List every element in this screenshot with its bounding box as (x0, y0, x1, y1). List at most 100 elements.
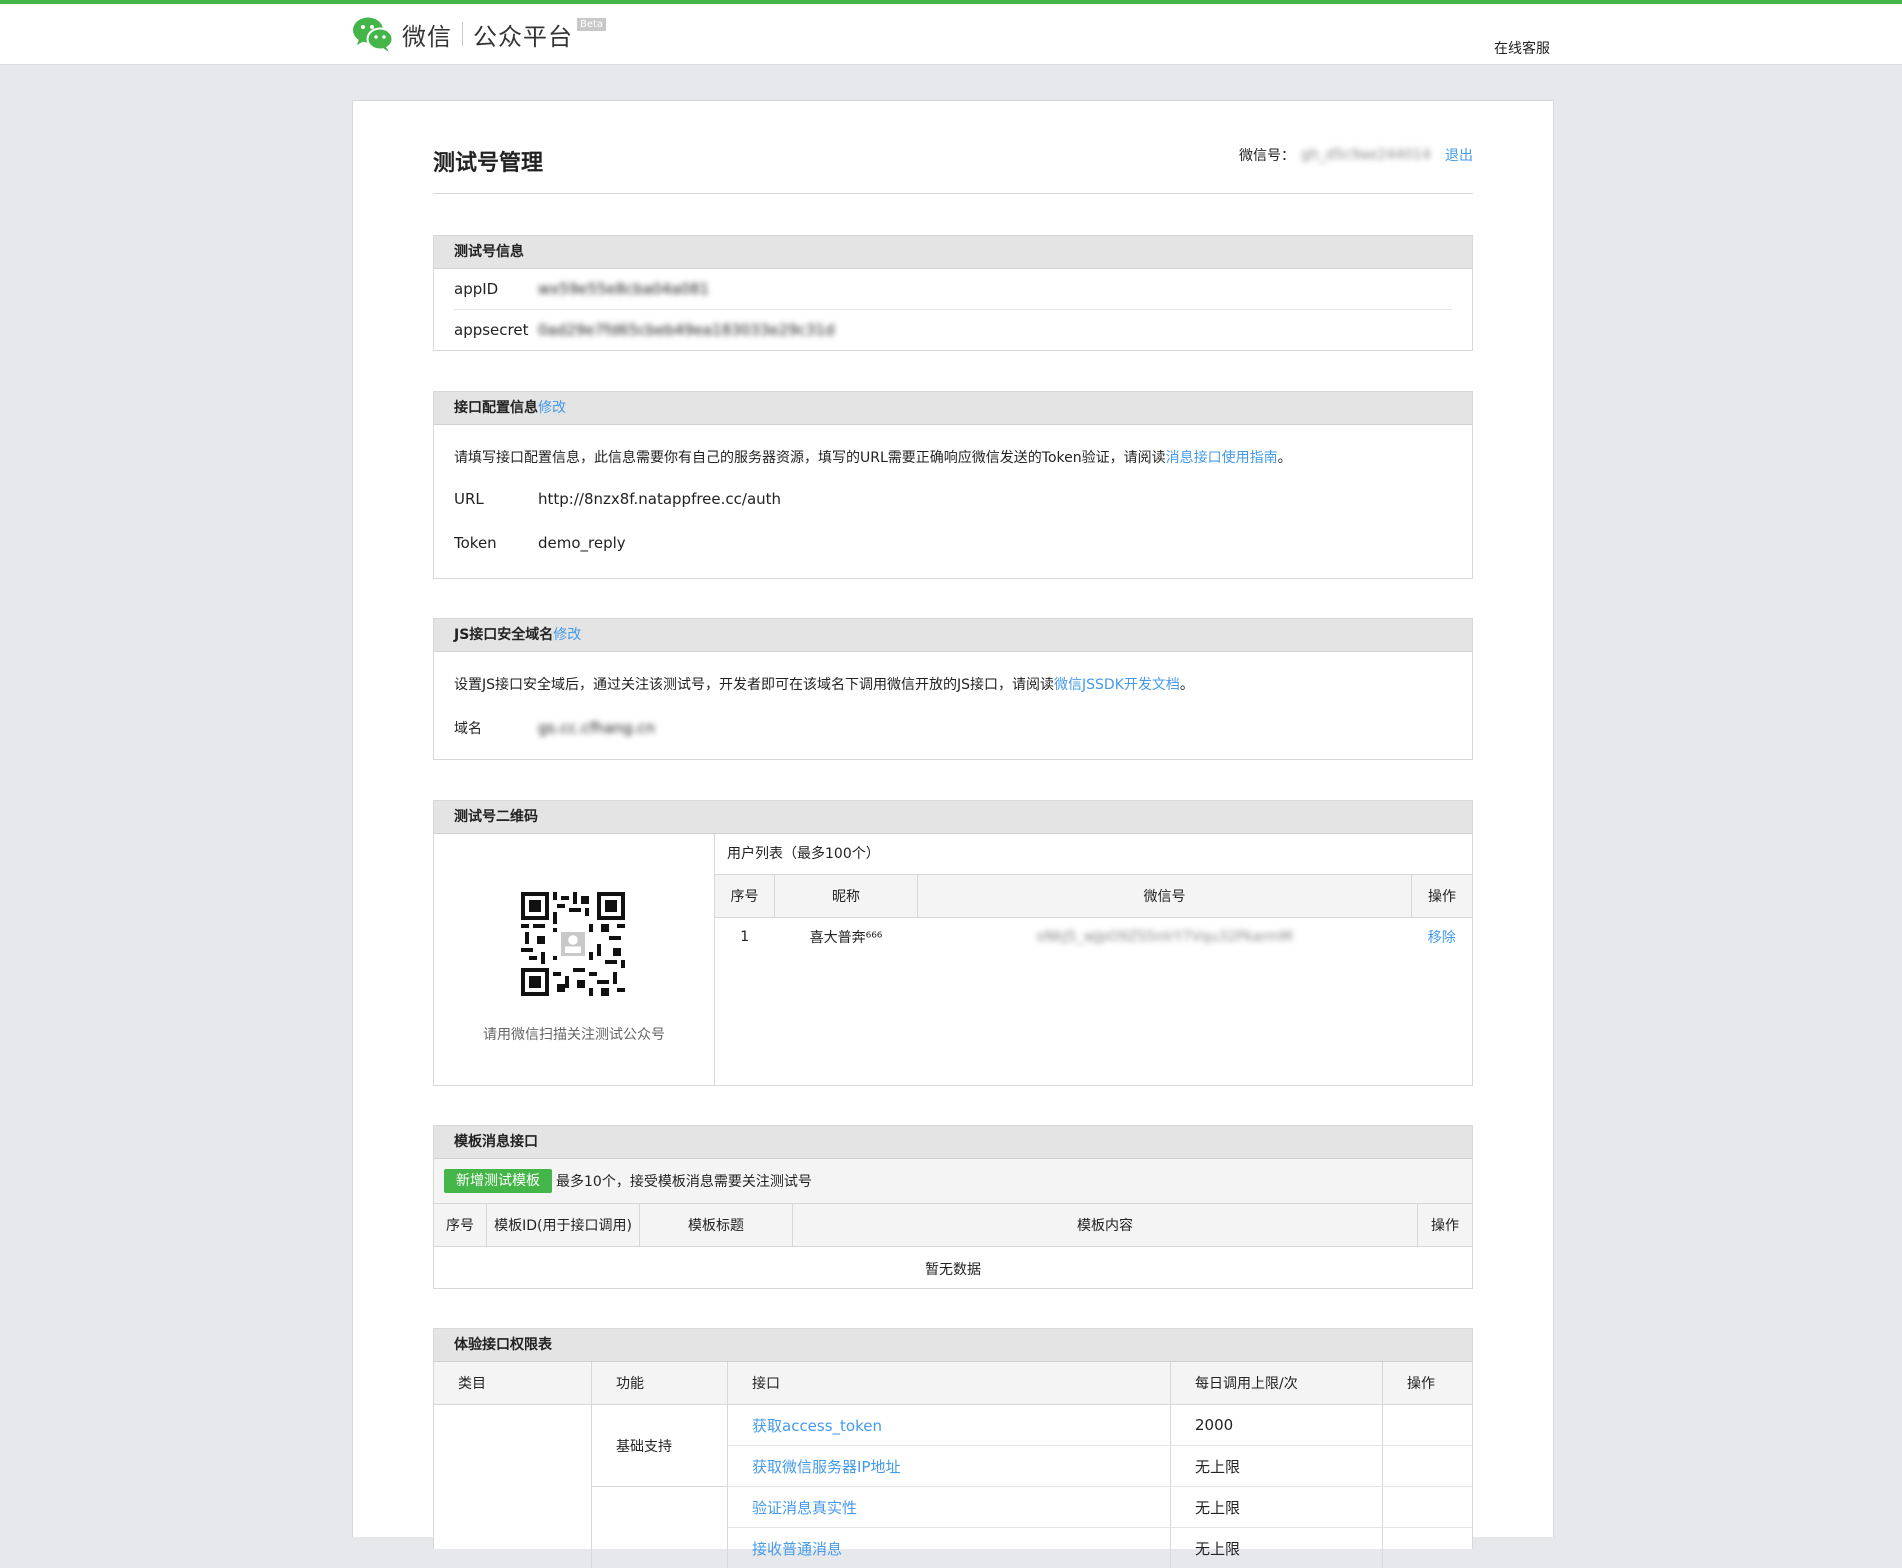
appsecret-row: appsecret 0ad29e7fd65cbeb49ea183033e29c3… (434, 310, 1472, 350)
appid-row: appID wx59e55e8cba04a081 (434, 269, 1472, 309)
user-table: 序号 昵称 微信号 操作 1 喜大普奔⁶⁶⁶ oNkJ5_wJpO9ZS5nlr… (715, 874, 1472, 956)
col-header: 模板内容 (793, 1204, 1418, 1247)
limit-cell: 2000 (1171, 1405, 1383, 1446)
col-header: 序号 (715, 875, 775, 918)
msg-guide-link[interactable]: 消息接口使用指南 (1166, 450, 1278, 466)
api-config-panel: 接口配置信息修改 请填写接口配置信息，此信息需要你有自己的服务器资源，填写的UR… (433, 391, 1473, 579)
user-wxid: oNkJ5_wJpO9ZS5nlrY7Vqu32PkarmM (918, 918, 1412, 957)
user-list: 用户列表（最多100个） 序号 昵称 微信号 操作 1 喜大普奔⁶⁶⁶ oNkJ… (715, 834, 1472, 956)
col-header: 功能 (592, 1362, 728, 1405)
template-note: 最多10个，接受模板消息需要关注测试号 (556, 1171, 812, 1191)
desc-text: 设置JS接口安全域后，通过关注该测试号，开发者即可在该域名下调用微信开放的JS接… (454, 677, 1054, 693)
remove-user-link[interactable]: 移除 (1412, 918, 1473, 957)
top-header: 微信 公众平台 Beta 在线客服 (0, 4, 1902, 65)
action-cell (1383, 1528, 1473, 1568)
panel-header: 测试号二维码 (434, 801, 1472, 834)
token-value: demo_reply (538, 534, 626, 552)
token-label: Token (454, 534, 538, 552)
permission-panel: 体验接口权限表 类目 功能 接口 每日调用上限/次 操作 基础支持 获取acce… (433, 1328, 1473, 1549)
action-cell (1383, 1446, 1473, 1487)
domain-row: 域名 gs.cc.cfhang.cn (434, 706, 1472, 750)
js-domain-panel: JS接口安全域名修改 设置JS接口安全域后，通过关注该测试号，开发者即可在该域名… (433, 618, 1473, 760)
account-label: 微信号： (1239, 145, 1295, 165)
col-header: 接口 (728, 1362, 1171, 1405)
col-header: 序号 (434, 1204, 487, 1247)
panel-header: 测试号信息 (434, 236, 1472, 269)
col-header: 微信号 (918, 875, 1412, 918)
panel-header: 模板消息接口 (434, 1126, 1472, 1159)
col-header: 操作 (1418, 1204, 1473, 1247)
url-value: http://8nzx8f.natappfree.cc/auth (538, 490, 781, 508)
panel-header: JS接口安全域名修改 (434, 619, 1472, 652)
col-header: 昵称 (775, 875, 918, 918)
wechat-logo-icon (352, 15, 394, 53)
col-header: 操作 (1383, 1362, 1473, 1405)
qr-area: 请用微信扫描关注测试公众号 (434, 834, 715, 1085)
empty-row: 暂无数据 (434, 1247, 1472, 1292)
template-table: 序号 模板ID(用于接口调用) 模板标题 模板内容 操作 暂无数据 (434, 1204, 1472, 1291)
desc-end: 。 (1180, 677, 1194, 693)
add-test-template-button[interactable]: 新增测试模板 (444, 1169, 552, 1193)
action-cell (1383, 1487, 1473, 1528)
table-row: 1 喜大普奔⁶⁶⁶ oNkJ5_wJpO9ZS5nlrY7Vqu32PkarmM… (715, 918, 1472, 957)
template-toolbar: 新增测试模板 最多10个，接受模板消息需要关注测试号 (434, 1159, 1472, 1204)
appsecret-label: appsecret (454, 321, 538, 339)
account-value: gh_d5c9ae244014 (1301, 147, 1419, 163)
api-link[interactable]: 获取微信服务器IP地址 (728, 1446, 1171, 1487)
platform-text: 公众平台 (473, 17, 573, 52)
account-info: 微信号： gh_d5c9ae244014 退出 (1239, 145, 1473, 165)
api-link[interactable]: 获取access_token (728, 1405, 1171, 1446)
col-header: 模板标题 (640, 1204, 793, 1247)
function-cell: 基础支持 (592, 1405, 728, 1487)
limit-cell: 无上限 (1171, 1528, 1383, 1568)
empty-text: 暂无数据 (434, 1247, 1472, 1292)
user-list-title: 用户列表（最多100个） (715, 834, 1472, 874)
url-label: URL (454, 490, 538, 508)
appid-value: wx59e55e8cba04a081 (538, 280, 709, 298)
function-cell (592, 1487, 728, 1568)
qr-caption: 请用微信扫描关注测试公众号 (434, 1024, 714, 1044)
brand-separator (462, 22, 463, 46)
edit-link[interactable]: 修改 (553, 627, 581, 643)
test-info-panel: 测试号信息 appID wx59e55e8cba04a081 appsecret… (433, 235, 1473, 351)
permission-table: 类目 功能 接口 每日调用上限/次 操作 基础支持 获取access_token… (434, 1362, 1472, 1568)
js-domain-desc: 设置JS接口安全域后，通过关注该测试号，开发者即可在该域名下调用微信开放的JS接… (434, 674, 1472, 694)
action-cell (1383, 1405, 1473, 1446)
logo[interactable]: 微信 公众平台 Beta (352, 14, 606, 54)
col-header: 每日调用上限/次 (1171, 1362, 1383, 1405)
page-title: 测试号管理 (433, 145, 543, 177)
beta-badge: Beta (577, 18, 606, 31)
api-config-desc: 请填写接口配置信息，此信息需要你有自己的服务器资源，填写的URL需要正确响应微信… (434, 447, 1472, 467)
jssdk-doc-link[interactable]: 微信JSSDK开发文档 (1054, 677, 1180, 693)
table-header-row: 类目 功能 接口 每日调用上限/次 操作 (434, 1362, 1472, 1405)
col-header: 类目 (434, 1362, 592, 1405)
brand-text: 微信 (402, 17, 452, 52)
template-panel: 模板消息接口 新增测试模板 最多10个，接受模板消息需要关注测试号 序号 模板I… (433, 1125, 1473, 1289)
user-nickname: 喜大普奔⁶⁶⁶ (775, 918, 918, 957)
table-header-row: 序号 模板ID(用于接口调用) 模板标题 模板内容 操作 (434, 1204, 1472, 1247)
col-header: 模板ID(用于接口调用) (487, 1204, 640, 1247)
panel-header: 体验接口权限表 (434, 1329, 1472, 1362)
main-container: 测试号管理 微信号： gh_d5c9ae244014 退出 测试号信息 appI… (352, 100, 1554, 1537)
limit-cell: 无上限 (1171, 1487, 1383, 1528)
desc-text: 请填写接口配置信息，此信息需要你有自己的服务器资源，填写的URL需要正确响应微信… (454, 450, 1166, 466)
appid-label: appID (454, 280, 538, 298)
api-link[interactable]: 接收普通消息 (728, 1528, 1171, 1568)
category-cell (434, 1405, 592, 1568)
panel-header: 接口配置信息修改 (434, 392, 1472, 425)
edit-link[interactable]: 修改 (538, 400, 566, 416)
qr-panel: 测试号二维码 (433, 800, 1473, 1086)
panel-title: 接口配置信息 (454, 400, 538, 416)
qr-code-image[interactable] (521, 892, 625, 996)
token-row: Token demo_reply (434, 521, 1472, 565)
panel-title: JS接口安全域名 (454, 627, 553, 643)
url-row: URL http://8nzx8f.natappfree.cc/auth (434, 477, 1472, 521)
desc-end: 。 (1278, 450, 1292, 466)
api-link[interactable]: 验证消息真实性 (728, 1487, 1171, 1528)
table-header-row: 序号 昵称 微信号 操作 (715, 875, 1472, 918)
online-service-link[interactable]: 在线客服 (1494, 38, 1550, 58)
title-divider (433, 193, 1473, 194)
logout-link[interactable]: 退出 (1445, 145, 1473, 165)
table-row: 基础支持 获取access_token 2000 (434, 1405, 1472, 1446)
col-header: 操作 (1412, 875, 1473, 918)
